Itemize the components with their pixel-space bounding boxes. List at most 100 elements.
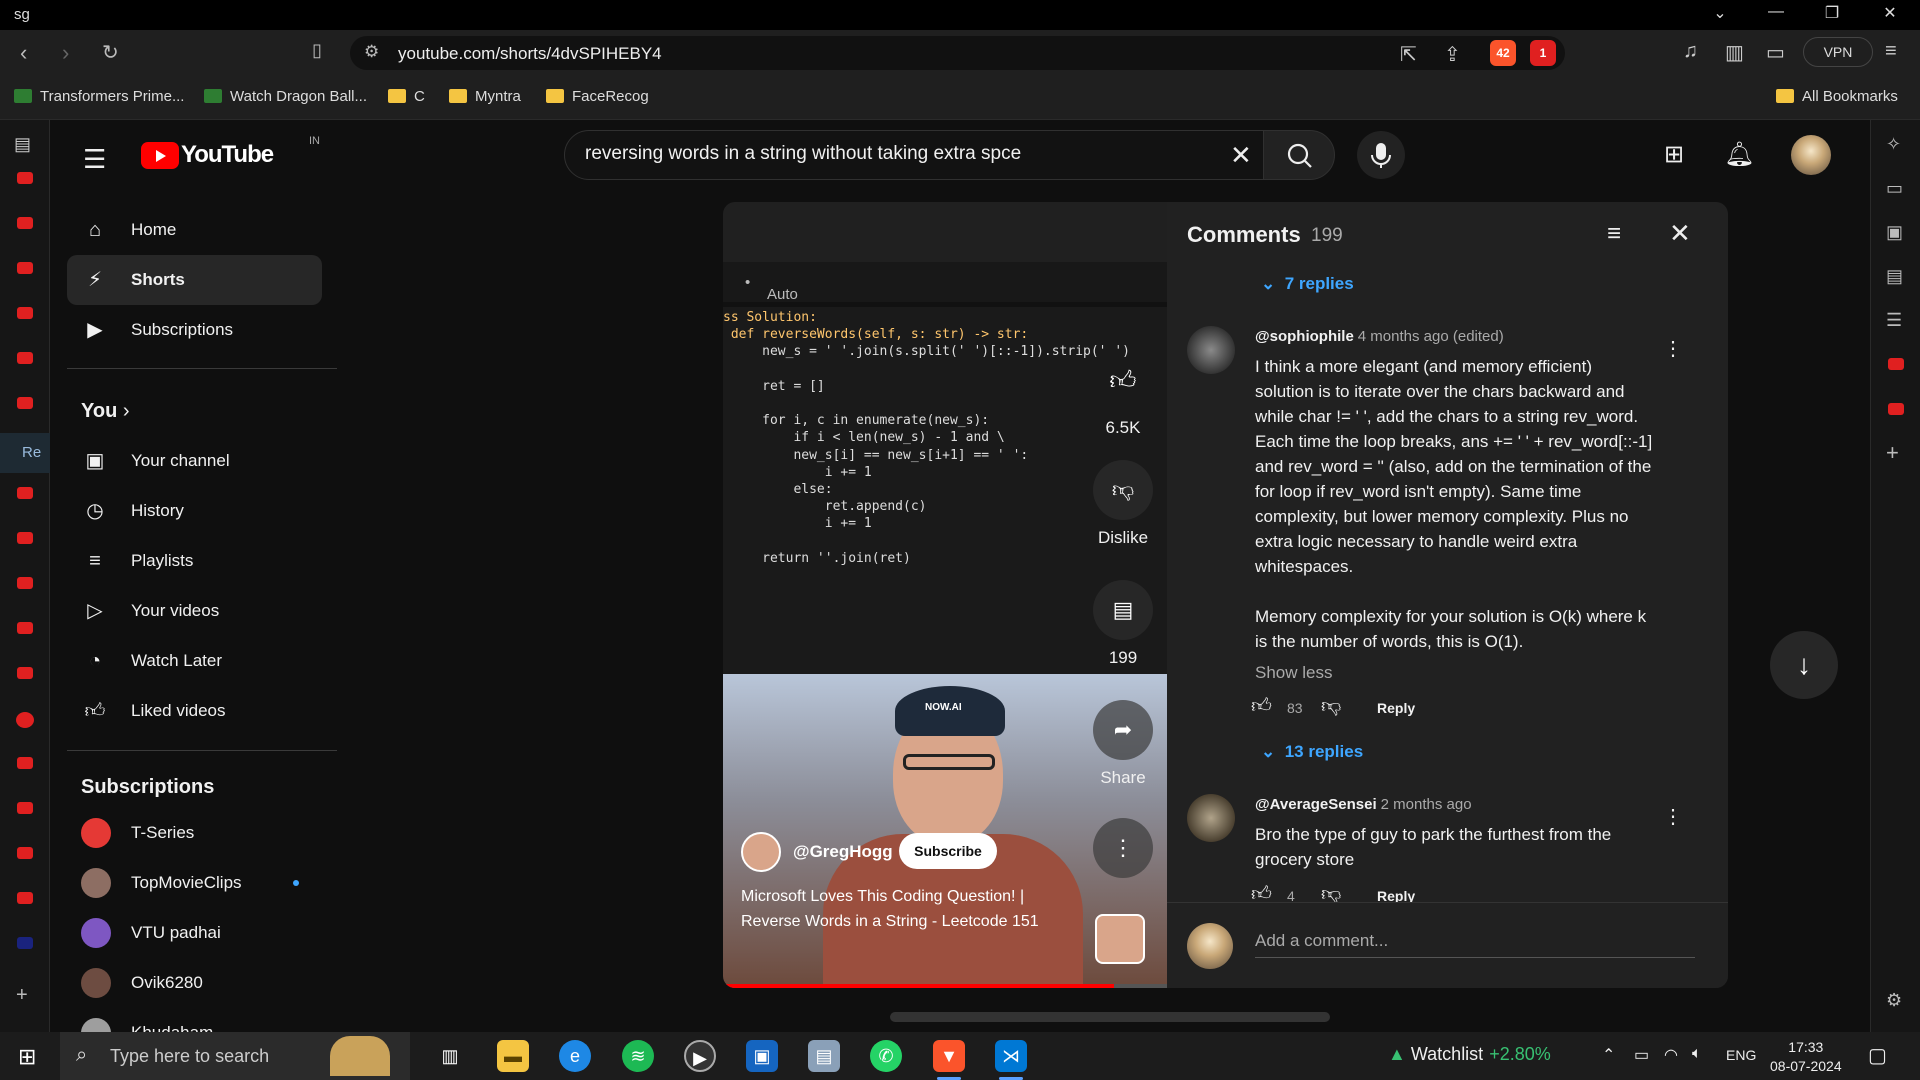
remote-desktop-icon[interactable]: ▣ — [746, 1040, 778, 1072]
sidebar-sub-topmovieclips[interactable]: TopMovieClips — [67, 858, 322, 908]
youtube-tab-icon[interactable] — [17, 847, 33, 859]
bookmark-icon[interactable]: ▯ — [312, 40, 322, 61]
sidebar-item-subscriptions[interactable]: ▶︎ Subscriptions — [67, 305, 322, 355]
sidebar-toggle-icon[interactable]: ▥ — [1725, 40, 1744, 65]
clear-search-icon[interactable]: ✕ — [1230, 140, 1252, 171]
control-panel-icon[interactable]: ▤ — [808, 1040, 840, 1072]
youtube-tab-icon[interactable] — [17, 487, 33, 499]
replies-toggle[interactable]: ⌄ 13 replies — [1261, 742, 1363, 762]
bookmarks-panel-icon[interactable]: ▤ — [1886, 266, 1903, 287]
close-window-button[interactable]: ✕ — [1870, 3, 1910, 23]
search-button[interactable] — [1263, 130, 1335, 180]
youtube-tab-icon[interactable] — [17, 217, 33, 229]
sort-icon[interactable]: ≡ — [1607, 220, 1621, 248]
leo-ai-icon[interactable]: ✧ — [1886, 134, 1901, 155]
comment-like-icon[interactable]: 👍︎ — [1251, 694, 1272, 718]
channel-thumbnail[interactable] — [1095, 914, 1145, 964]
search-input[interactable] — [585, 143, 1165, 165]
wifi-icon[interactable]: ◠ — [1664, 1045, 1678, 1065]
language-indicator[interactable]: ENG — [1726, 1047, 1756, 1063]
task-view-icon[interactable]: ▥ — [434, 1040, 466, 1072]
sidebar-item-playlists[interactable]: ≡ Playlists — [67, 536, 322, 586]
next-short-button[interactable]: ↓ — [1770, 631, 1838, 699]
windows-start-icon[interactable]: ⊞ — [18, 1044, 36, 1070]
r-tab-icon[interactable] — [17, 937, 33, 949]
reading-list-icon[interactable]: ☰ — [1886, 310, 1902, 331]
youtube-tab-icon[interactable] — [17, 397, 33, 409]
youtube-tab-icon[interactable] — [17, 892, 33, 904]
channel-avatar[interactable] — [741, 832, 781, 872]
show-less-button[interactable]: Show less — [1255, 660, 1332, 685]
restore-button[interactable]: ❐ — [1812, 3, 1852, 23]
settings-icon[interactable]: ⚙ — [1886, 990, 1902, 1011]
guide-menu-icon[interactable]: ☰ — [83, 144, 106, 175]
media-player-icon[interactable]: ▶ — [684, 1040, 716, 1072]
brave-taskbar-icon[interactable]: ▼ — [933, 1040, 965, 1072]
you-section-header[interactable]: You › — [81, 400, 130, 423]
sidebar-sub-t-series[interactable]: T-Series — [67, 808, 322, 858]
sidebar-sub-ovik6280[interactable]: Ovik6280 — [67, 958, 322, 1008]
youtube-panel-icon[interactable] — [1888, 358, 1904, 370]
youtube-tab-icon[interactable] — [17, 802, 33, 814]
bookmark-folder-c[interactable]: C — [388, 88, 425, 105]
add-comment-input[interactable] — [1255, 931, 1695, 958]
youtube-tab-icon[interactable] — [17, 532, 33, 544]
dislike-button[interactable]: 👎︎ — [1093, 460, 1153, 520]
comment-menu-icon[interactable]: ⋮ — [1663, 804, 1683, 829]
youtube-tab-icon[interactable] — [17, 577, 33, 589]
system-clock[interactable]: 17:33 08-07-2024 — [1770, 1038, 1842, 1076]
youtube-tab-icon[interactable] — [17, 172, 33, 184]
channel-name[interactable]: @GregHogg — [793, 842, 893, 862]
youtube-tab-icon[interactable] — [17, 262, 33, 274]
comment-menu-icon[interactable]: ⋮ — [1663, 336, 1683, 361]
whatsapp-icon[interactable]: ✆ — [870, 1040, 902, 1072]
share-icon[interactable]: ⇪ — [1444, 42, 1461, 67]
voice-search-button[interactable] — [1357, 131, 1405, 179]
media-panel-icon[interactable]: ▭ — [1886, 178, 1903, 199]
media-icon[interactable]: ♫ — [1683, 40, 1698, 63]
more-options-button[interactable]: ⋮ — [1093, 818, 1153, 878]
reply-button[interactable]: Reply — [1377, 700, 1415, 716]
bookmark-folder-myntra[interactable]: Myntra — [449, 88, 521, 105]
replies-toggle[interactable]: ⌄ 7 replies — [1261, 274, 1354, 294]
sidebar-item-your-channel[interactable]: ▣ Your channel — [67, 436, 322, 486]
notifications-icon[interactable]: 🔔︎ — [1724, 140, 1754, 169]
spotify-icon[interactable]: ≋ — [622, 1040, 654, 1072]
edge-icon[interactable]: e — [559, 1040, 591, 1072]
sidebar-sub-khudaham[interactable]: Khudaham — [67, 1008, 322, 1032]
wallet-icon[interactable]: ▭ — [1766, 40, 1785, 65]
vpn-button[interactable]: VPN — [1803, 37, 1873, 67]
youtube-tab-icon[interactable] — [17, 352, 33, 364]
sidebar-item-watch-later[interactable]: ◔ Watch Later — [67, 636, 322, 686]
sidebar-sub-vtu-padhai[interactable]: VTU padhai — [67, 908, 322, 958]
sidebar-item-shorts[interactable]: ⚡︎ Shorts — [67, 255, 322, 305]
comment-author[interactable]: @sophiophile 4 months ago (edited) — [1255, 328, 1504, 345]
show-hidden-icons[interactable]: ⌃ — [1602, 1045, 1615, 1065]
site-settings-icon[interactable]: ⚙ — [364, 42, 379, 62]
menu-icon[interactable]: ≡ — [1885, 40, 1897, 63]
vscode-icon[interactable]: ⋊ — [995, 1040, 1027, 1072]
short-title[interactable]: Microsoft Loves This Coding Question! | … — [741, 884, 1081, 934]
notification-center-icon[interactable]: ▢ — [1868, 1043, 1887, 1068]
bookmark-dragonball[interactable]: Watch Dragon Ball... — [204, 88, 367, 105]
url-text[interactable]: youtube.com/shorts/4dvSPIHEBY4 — [398, 44, 662, 64]
active-tab-highlight[interactable]: Re — [0, 433, 50, 473]
sidebar-item-liked-videos[interactable]: 👍︎ Liked videos — [67, 686, 322, 736]
back-button[interactable]: ‹ — [20, 40, 27, 66]
add-panel-icon[interactable]: + — [1886, 440, 1899, 466]
sidebar-item-your-videos[interactable]: ▷ Your videos — [67, 586, 322, 636]
new-tab-icon[interactable]: + — [16, 984, 28, 1007]
brave-rewards-icon[interactable]: 1 — [1530, 40, 1556, 66]
battery-icon[interactable]: ▭ — [1634, 1045, 1649, 1065]
brave-shield-icon[interactable]: 42 — [1490, 40, 1516, 66]
url-bar[interactable]: ⚙ youtube.com/shorts/4dvSPIHEBY4 ⇱ ⇪ 42 … — [350, 36, 1565, 70]
minimize-button[interactable]: — — [1756, 3, 1796, 21]
bookmark-transformers[interactable]: Transformers Prime... — [14, 88, 184, 105]
wallet-panel-icon[interactable]: ▣ — [1886, 222, 1903, 243]
comment-dislike-icon[interactable]: 👎︎ — [1321, 694, 1341, 718]
reload-button[interactable]: ↻ — [102, 40, 119, 65]
comment-author[interactable]: @AverageSensei 2 months ago — [1255, 796, 1472, 813]
open-external-icon[interactable]: ⇱ — [1400, 42, 1417, 67]
share-button[interactable]: ➦ — [1093, 700, 1153, 760]
volume-icon[interactable]: 🔈︎ — [1692, 1045, 1702, 1063]
